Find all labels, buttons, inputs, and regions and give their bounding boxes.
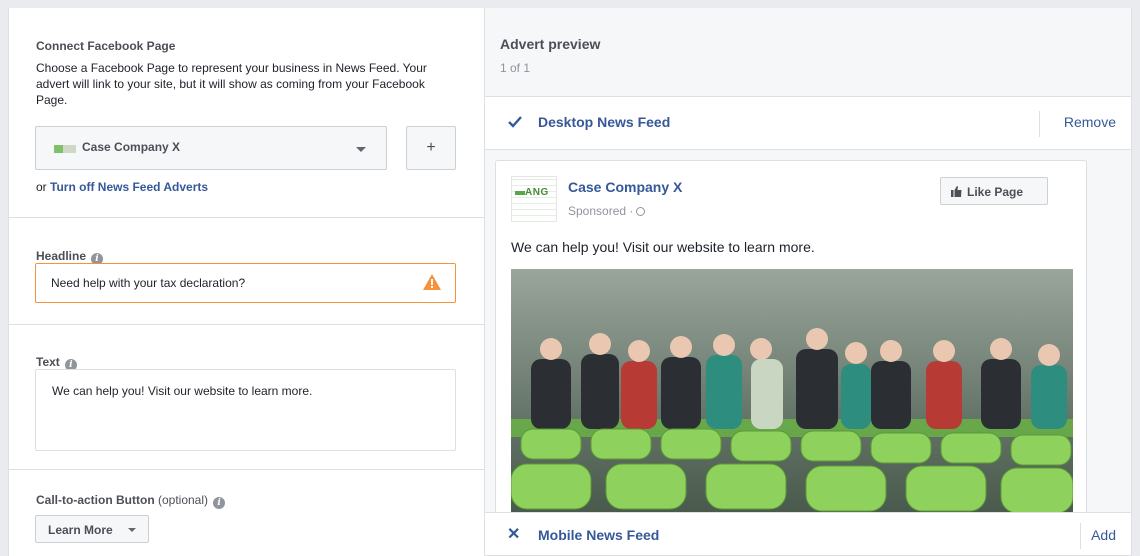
page-thumbnail [54, 145, 76, 153]
logo-bar [515, 191, 525, 195]
preview-header: Advert preview 1 of 1 [485, 8, 1131, 97]
turn-off-news-feed-link[interactable]: Turn off News Feed Adverts [50, 180, 208, 194]
connect-page-section: Connect Facebook Page Choose a Facebook … [9, 8, 485, 218]
divider [1039, 111, 1040, 137]
mobile-news-feed-bar: ✕ Mobile News Feed Add [485, 512, 1131, 556]
ad-editor: Connect Facebook Page Choose a Facebook … [8, 8, 1132, 556]
advert-preview-panel: Advert preview 1 of 1 Desktop News Feed … [485, 8, 1131, 556]
add-mobile-button[interactable]: Add [1091, 527, 1116, 543]
text-textarea[interactable]: We can help you! Visit our website to le… [35, 369, 456, 451]
divider [1080, 523, 1081, 549]
ad-body-text: We can help you! Visit our website to le… [511, 239, 815, 255]
warning-icon [423, 274, 441, 290]
facebook-page-select[interactable]: Case Company X [35, 126, 387, 170]
turnoff-prefix: or [36, 180, 51, 194]
headline-value: Need help with your tax declaration? [51, 276, 246, 290]
connect-page-title: Connect Facebook Page [36, 39, 176, 53]
cta-dropdown[interactable]: Learn More [35, 515, 149, 543]
add-page-button[interactable]: + [406, 126, 456, 170]
cta-optional-text: (optional) [154, 493, 209, 507]
preview-title: Advert preview [500, 36, 601, 52]
desktop-news-feed-bar: Desktop News Feed Remove [485, 97, 1131, 150]
headline-input[interactable]: Need help with your tax declaration? [35, 263, 456, 303]
page-logo: ANG [511, 176, 557, 222]
caret-down-icon [128, 528, 136, 532]
cta-label-text: Call-to-action Button [36, 493, 155, 507]
ad-creative-form: Connect Facebook Page Choose a Facebook … [9, 8, 485, 556]
like-page-button[interactable]: Like Page [940, 177, 1048, 205]
text-label-text: Text [36, 355, 60, 369]
turnoff-news-feed-line: or Turn off News Feed Adverts [36, 180, 208, 194]
sponsored-text: Sponsored · [568, 204, 634, 218]
caret-down-icon [356, 147, 366, 152]
thumbs-up-icon [951, 186, 962, 197]
globe-icon [636, 207, 646, 216]
desktop-news-feed-label: Desktop News Feed [538, 114, 671, 130]
connect-page-description: Choose a Facebook Page to represent your… [36, 61, 427, 107]
ad-page-name[interactable]: Case Company X [568, 179, 682, 195]
ad-preview-card: ANG Case Company X Sponsored · Like Page… [495, 160, 1087, 556]
selected-page-name: Case Company X [82, 140, 181, 154]
mobile-news-feed-label: Mobile News Feed [538, 527, 660, 543]
info-icon[interactable]: i [213, 497, 226, 509]
headline-label-text: Headline [36, 249, 87, 263]
close-icon: ✕ [507, 526, 521, 543]
remove-desktop-button[interactable]: Remove [1064, 114, 1116, 130]
text-value: We can help you! Visit our website to le… [52, 384, 313, 398]
logo-text: ANG [525, 187, 549, 198]
cta-label: Call-to-action Button (optional) i [36, 493, 226, 509]
like-page-label: Like Page [967, 185, 1024, 199]
check-icon [508, 116, 522, 128]
sponsored-line: Sponsored · [568, 204, 646, 218]
cta-selected: Learn More [48, 523, 113, 537]
preview-count: 1 of 1 [500, 61, 531, 75]
